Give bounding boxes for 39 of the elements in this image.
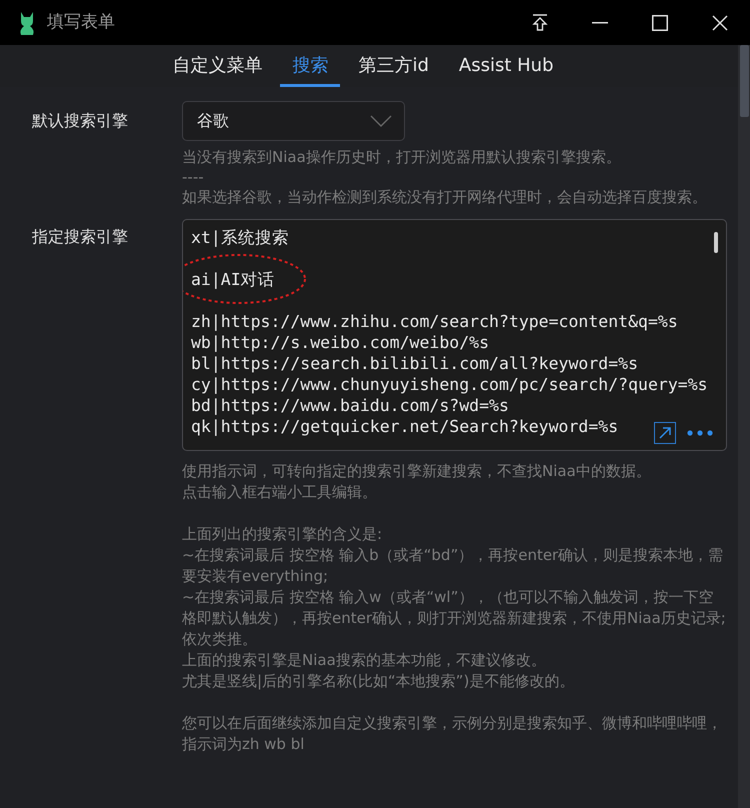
help-text: 您可以在后面继续添加自定义搜索引擎，示例分别是搜索知乎、微博和哔哩哔哩，指示词为zh wb bl xyxy=(182,713,723,755)
arrow-diagonal-icon xyxy=(658,426,672,440)
help-text: ---- xyxy=(182,167,205,187)
help-text: 上面列出的搜索引擎的含义是: xyxy=(182,524,384,545)
close-icon xyxy=(712,14,728,30)
chevron-down-icon xyxy=(370,115,392,127)
code-line: bl|https://search.bilibili.com/all?keyword=%s xyxy=(191,353,638,374)
tab[interactable]: 自定义菜单 xyxy=(160,45,274,87)
code-line: qk|https://getquicker.net/Search?keyword=%s xyxy=(191,416,618,437)
scrollbar-thumb[interactable] xyxy=(740,45,748,117)
field-label: 默认搜索引擎 xyxy=(32,111,128,130)
help-text: ~在搜索词最后 按空格 输入b（或者“bd”），再按enter确认，则是搜索本地，需要安装有everything; xyxy=(182,545,724,587)
pin-up-icon xyxy=(532,14,548,32)
minimize-icon xyxy=(592,22,608,24)
code-line: bd|https://www.baidu.com/s?wd=%s xyxy=(191,395,509,416)
help-text: 点击输入框右端小工具编辑。 xyxy=(182,482,378,503)
maximize-icon xyxy=(652,14,668,30)
code-line: zh|https://www.zhihu.com/search?type=content&q=%s xyxy=(191,311,678,332)
scrollbar-thumb[interactable] xyxy=(714,232,718,253)
help-text: 依次类推。 xyxy=(182,629,258,650)
engines-text-area[interactable] xyxy=(182,219,727,451)
more-icon xyxy=(687,430,713,436)
help-text: 尤其是竖线|后的引擎名称(比如“本地搜索”)是不能修改的。 xyxy=(182,671,576,692)
engine-dropdown[interactable]: 谷歌 xyxy=(182,101,405,141)
help-text: 上面的搜索引擎是Niaa搜索的基本功能，不建议修改。 xyxy=(182,650,547,671)
help-text: 如果选择谷歌，当动作检测到系统没有打开网络代理时，会自动选择百度搜索。 xyxy=(182,187,708,207)
code-line: xt|系统搜索 xyxy=(191,227,289,248)
tab[interactable]: 搜索 xyxy=(280,45,340,87)
code-line: ai|AI对话 xyxy=(191,269,275,290)
window-title: 填写表单 xyxy=(47,10,115,34)
help-text: 当没有搜索到Niaa操作历史时，打开浏览器用默认搜索引擎搜索。 xyxy=(182,147,622,167)
tab[interactable]: 第三方id xyxy=(346,45,441,87)
help-text: 使用指示词，可转向指定的搜索引擎新建搜索，不查找Niaa中的数据。 xyxy=(182,461,652,482)
help-text: ~在搜索词最后 按空格 输入w（或者“wl”），（也可以不输入触发词，按一下空格即默认触发），再按enter确认，则打开浏览器新建搜索，不使用Niaa历史记录; xyxy=(182,587,727,629)
tab[interactable]: Assist Hub xyxy=(446,45,566,87)
expand-button[interactable] xyxy=(654,422,676,444)
code-line: wb|http://s.weibo.com/weibo/%s xyxy=(191,332,490,353)
field-label: 指定搜索引擎 xyxy=(32,227,128,246)
code-line: cy|https://www.chunyuyisheng.com/pc/search/?query=%s xyxy=(191,374,708,395)
